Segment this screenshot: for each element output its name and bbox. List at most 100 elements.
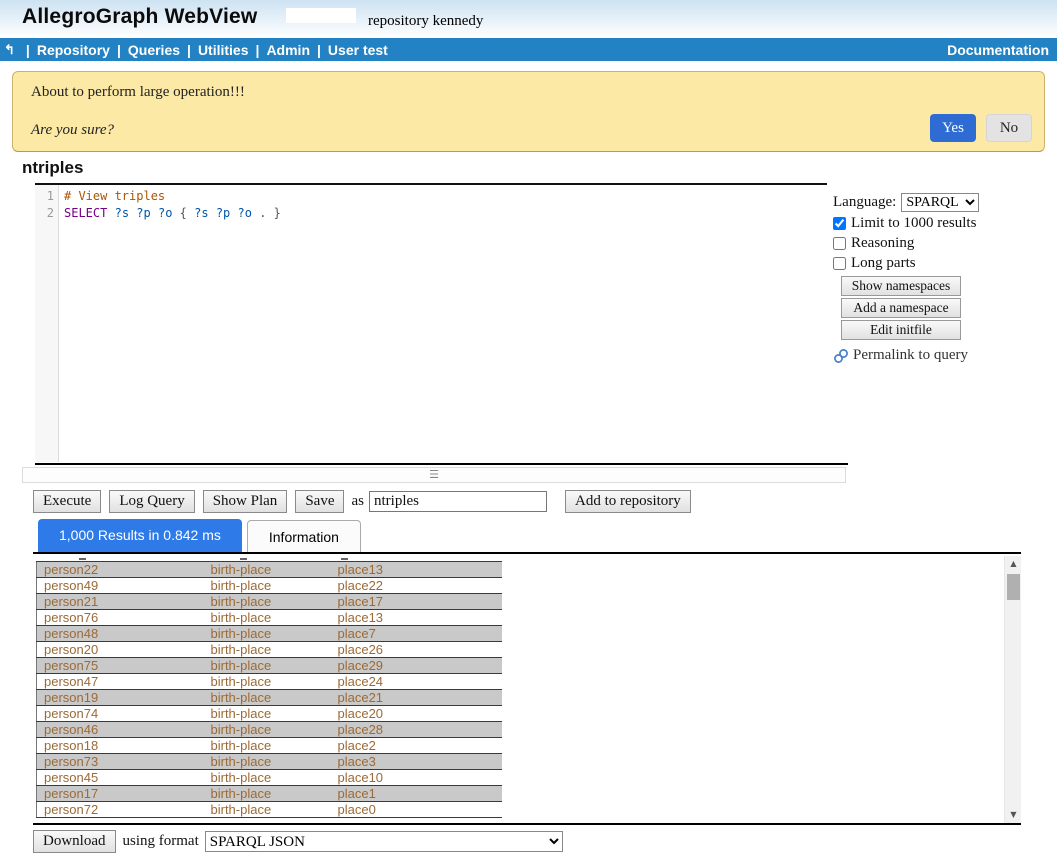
result-cell[interactable]: person74 xyxy=(37,706,204,722)
result-cell[interactable]: place21 xyxy=(331,690,502,706)
result-cell[interactable]: birth-place xyxy=(204,722,331,738)
query-name-input[interactable] xyxy=(369,491,547,512)
result-cell[interactable]: place13 xyxy=(331,610,502,626)
nav-item-documentation[interactable]: Documentation xyxy=(947,42,1049,58)
result-cell[interactable]: place3 xyxy=(331,754,502,770)
tab-1-000-results-in-0-842-ms[interactable]: 1,000 Results in 0.842 ms xyxy=(38,519,242,552)
result-cell[interactable]: place7 xyxy=(331,626,502,642)
result-cell[interactable]: person72 xyxy=(37,802,204,818)
results-area: person22birth-placeplace13person49birth-… xyxy=(33,556,1021,825)
option-limit-to-1000-results[interactable]: Limit to 1000 results xyxy=(833,215,1053,232)
editor-resize-handle[interactable]: ☰ xyxy=(22,467,846,483)
nav-item-queries[interactable]: Queries xyxy=(128,42,180,58)
back-arrow-icon[interactable]: ↰ xyxy=(4,42,15,58)
result-cell[interactable]: birth-place xyxy=(204,706,331,722)
result-cell[interactable]: person48 xyxy=(37,626,204,642)
language-select[interactable]: SPARQL xyxy=(901,193,979,212)
result-row: person49birth-placeplace22 xyxy=(37,578,502,594)
tab-information[interactable]: Information xyxy=(247,520,361,552)
result-cell[interactable]: birth-place xyxy=(204,786,331,802)
limit-to-1000-results-checkbox[interactable] xyxy=(833,217,846,230)
code-line: SELECT ?s ?p ?o { ?s ?p ?o . } xyxy=(64,205,827,222)
save-button[interactable]: Save xyxy=(295,490,344,513)
result-cell[interactable]: person20 xyxy=(37,642,204,658)
option-reasoning[interactable]: Reasoning xyxy=(833,235,1053,252)
nav-item-user-test[interactable]: User test xyxy=(328,42,388,58)
result-cell[interactable]: person19 xyxy=(37,690,204,706)
result-cell[interactable]: person17 xyxy=(37,786,204,802)
log-query-button[interactable]: Log Query xyxy=(109,490,194,513)
option-checkboxes: Limit to 1000 results Reasoning Long parts xyxy=(833,215,1053,272)
result-cell[interactable]: person45 xyxy=(37,770,204,786)
result-row: person76birth-placeplace13 xyxy=(37,610,502,626)
execute-button[interactable]: Execute xyxy=(33,490,101,513)
result-cell[interactable]: person18 xyxy=(37,738,204,754)
result-cell[interactable]: birth-place xyxy=(204,626,331,642)
result-cell[interactable]: place13 xyxy=(331,562,502,578)
result-cell[interactable]: birth-place xyxy=(204,674,331,690)
permalink-to-query[interactable]: Permalink to query xyxy=(833,347,1053,364)
main-navbar: ↰ |Repository|Queries|Utilities|Admin|Us… xyxy=(0,38,1057,61)
scroll-down-icon[interactable]: ▼ xyxy=(1005,807,1021,823)
result-cell[interactable]: birth-place xyxy=(204,578,331,594)
result-cell[interactable]: place28 xyxy=(331,722,502,738)
result-cell[interactable]: place29 xyxy=(331,658,502,674)
result-cell[interactable]: birth-place xyxy=(204,770,331,786)
nav-item-utilities[interactable]: Utilities xyxy=(198,42,249,58)
format-select[interactable]: SPARQL JSON xyxy=(205,831,563,852)
long-parts-checkbox[interactable] xyxy=(833,257,846,270)
show-namespaces-button[interactable]: Show namespaces xyxy=(841,276,961,296)
result-cell[interactable]: birth-place xyxy=(204,690,331,706)
result-cell[interactable]: birth-place xyxy=(204,658,331,674)
warning-banner: About to perform large operation!!! Are … xyxy=(12,71,1045,152)
yes-button[interactable]: Yes xyxy=(930,114,976,142)
result-cell[interactable]: person76 xyxy=(37,610,204,626)
nav-item-admin[interactable]: Admin xyxy=(266,42,310,58)
nav-item-repository[interactable]: Repository xyxy=(37,42,110,58)
result-cell[interactable]: birth-place xyxy=(204,642,331,658)
result-cell[interactable]: place20 xyxy=(331,706,502,722)
scrollbar-thumb[interactable] xyxy=(1007,574,1020,600)
query-editor[interactable]: 12 # View triplesSELECT ?s ?p ?o { ?s ?p… xyxy=(35,183,827,462)
result-cell[interactable]: place26 xyxy=(331,642,502,658)
result-cell[interactable]: place17 xyxy=(331,594,502,610)
result-cell[interactable]: place10 xyxy=(331,770,502,786)
result-cell[interactable]: birth-place xyxy=(204,610,331,626)
result-cell[interactable]: place24 xyxy=(331,674,502,690)
result-cell[interactable]: birth-place xyxy=(204,754,331,770)
nav-separator: | xyxy=(317,42,321,58)
add-a-namespace-button[interactable]: Add a namespace xyxy=(841,298,961,318)
no-button[interactable]: No xyxy=(986,114,1032,142)
option-long-parts[interactable]: Long parts xyxy=(833,255,1053,272)
result-cell[interactable]: person47 xyxy=(37,674,204,690)
add-to-repository-button[interactable]: Add to repository xyxy=(565,490,691,513)
result-cell[interactable]: person21 xyxy=(37,594,204,610)
reasoning-checkbox[interactable] xyxy=(833,237,846,250)
show-plan-button[interactable]: Show Plan xyxy=(203,490,288,513)
result-cell[interactable]: place1 xyxy=(331,786,502,802)
result-cell[interactable]: person73 xyxy=(37,754,204,770)
result-cell[interactable]: person22 xyxy=(37,562,204,578)
results-scrollbar[interactable]: ▲ ▼ xyxy=(1004,556,1021,823)
editor-code[interactable]: # View triplesSELECT ?s ?p ?o { ?s ?p ?o… xyxy=(59,185,827,462)
nav-items: |Repository|Queries|Utilities|Admin|User… xyxy=(19,42,388,58)
nav-separator: | xyxy=(256,42,260,58)
scroll-up-icon[interactable]: ▲ xyxy=(1005,556,1021,572)
result-cell[interactable]: birth-place xyxy=(204,738,331,754)
result-cell[interactable]: person75 xyxy=(37,658,204,674)
result-row: person74birth-placeplace20 xyxy=(37,706,502,722)
result-cell[interactable]: person46 xyxy=(37,722,204,738)
result-row: person72birth-placeplace0 xyxy=(37,802,502,818)
edit-initfile-button[interactable]: Edit initfile xyxy=(841,320,961,340)
result-cell[interactable]: person49 xyxy=(37,578,204,594)
result-cell[interactable]: place0 xyxy=(331,802,502,818)
result-cell[interactable]: birth-place xyxy=(204,802,331,818)
clipped-row xyxy=(33,556,1021,561)
result-cell[interactable]: birth-place xyxy=(204,562,331,578)
results-table: person22birth-placeplace13person49birth-… xyxy=(36,561,502,818)
query-title: ntriples xyxy=(22,158,83,178)
line-number: 1 xyxy=(35,188,54,205)
result-cell[interactable]: place22 xyxy=(331,578,502,594)
result-cell[interactable]: place2 xyxy=(331,738,502,754)
result-cell[interactable]: birth-place xyxy=(204,594,331,610)
